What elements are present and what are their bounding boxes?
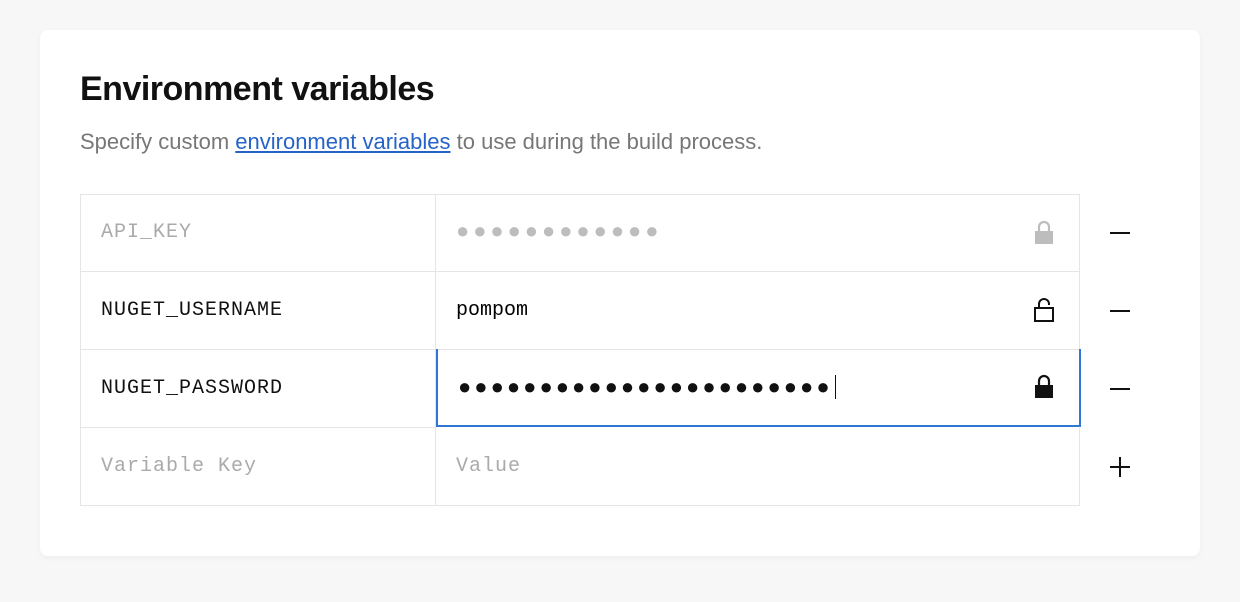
env-var-new-row xyxy=(80,428,1160,506)
lock-icon xyxy=(1033,374,1055,400)
env-var-row xyxy=(80,272,1160,350)
env-var-row: API_KEY ●●●●●●●●●●●● xyxy=(80,194,1160,272)
remove-row-button[interactable] xyxy=(1100,369,1140,409)
env-vars-link[interactable]: environment variables xyxy=(235,129,450,154)
section-description: Specify custom environment variables to … xyxy=(80,127,1160,158)
subtext-pre: Specify custom xyxy=(80,129,235,154)
minus-icon xyxy=(1106,219,1134,247)
masked-value: ●●●●●●●●●●●●●●●●●●●●●●● xyxy=(458,374,833,400)
minus-icon xyxy=(1106,375,1134,403)
env-vars-table: API_KEY ●●●●●●●●●●●● xyxy=(80,194,1160,506)
new-key-input[interactable] xyxy=(101,455,415,478)
plus-icon xyxy=(1106,453,1134,481)
env-var-key-cell xyxy=(80,350,436,428)
lock-toggle[interactable] xyxy=(1027,214,1061,252)
lock-icon xyxy=(1033,220,1055,246)
new-value-input[interactable] xyxy=(456,455,1059,478)
remove-row-button[interactable] xyxy=(1100,291,1140,331)
env-var-row: ●●●●●●●●●●●●●●●●●●●●●●● xyxy=(80,350,1160,428)
env-var-value-cell xyxy=(436,272,1080,350)
add-row-button[interactable] xyxy=(1100,447,1140,487)
env-var-key-input[interactable] xyxy=(101,377,415,400)
env-var-key-input[interactable] xyxy=(101,299,415,322)
minus-icon xyxy=(1106,297,1134,325)
unlock-icon xyxy=(1033,297,1055,323)
env-var-key-cell xyxy=(80,272,436,350)
subtext-post: to use during the build process. xyxy=(451,129,763,154)
env-vars-card: Environment variables Specify custom env… xyxy=(40,30,1200,556)
env-var-value-cell xyxy=(436,428,1080,506)
env-var-value-cell: ●●●●●●●●●●●● xyxy=(436,194,1080,272)
masked-value: ●●●●●●●●●●●● xyxy=(456,220,662,245)
env-var-key: API_KEY xyxy=(101,221,192,244)
text-caret xyxy=(835,375,836,399)
env-var-value-cell[interactable]: ●●●●●●●●●●●●●●●●●●●●●●● xyxy=(436,349,1081,427)
lock-toggle[interactable] xyxy=(1027,368,1061,406)
section-title: Environment variables xyxy=(80,70,1160,109)
lock-toggle[interactable] xyxy=(1027,291,1061,329)
env-var-key-cell: API_KEY xyxy=(80,194,436,272)
env-var-key-cell xyxy=(80,428,436,506)
env-var-value-input[interactable] xyxy=(456,299,1059,322)
remove-row-button[interactable] xyxy=(1100,213,1140,253)
